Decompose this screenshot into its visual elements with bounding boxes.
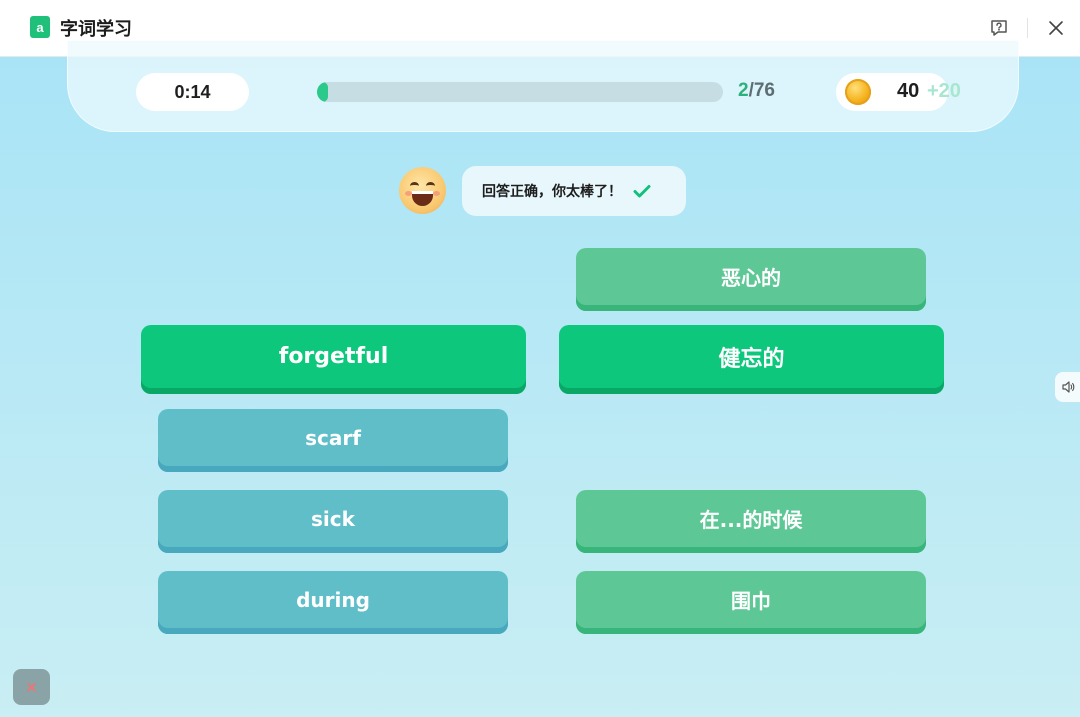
meaning-card-在的时候[interactable]: 在...的时候 [576,490,926,553]
word-card-forgetful[interactable]: forgetful [141,325,526,394]
meaning-label: 在...的时候 [699,508,803,532]
word-label: during [296,587,370,612]
timer: 0:14 [136,73,249,111]
window-title: 字词学习 [60,19,132,40]
word-card-scarf[interactable]: scarf [158,409,508,472]
emoji-mouth [412,191,433,206]
speaker-icon [1061,381,1074,393]
progress-total: /76 [748,80,775,101]
word-card-sick[interactable]: sick [158,490,508,553]
question-chat-icon [991,20,1007,36]
meaning-card-恶心的[interactable]: 恶心的 [576,248,926,311]
app-window: a 字词学习 0:14 2/76 40 +20 回答正确，你太棒了！ 恶心的 f… [0,0,1080,717]
emoji-blush [405,191,412,196]
word-label: scarf [305,425,361,450]
quit-x-icon: × [25,678,38,696]
app-logo-icon: a [30,16,50,38]
laughing-face-icon [399,167,446,214]
titlebar-divider [1027,18,1028,38]
emoji-blush [433,191,440,196]
emoji-eye [410,182,419,190]
progress-counter: 2/76 [738,80,775,102]
feedback-button[interactable] [987,16,1011,40]
coin-icon [845,79,871,105]
meaning-card-围巾[interactable]: 围巾 [576,571,926,634]
emoji-eye [426,182,435,190]
feedback-message: 回答正确，你太棒了！ [482,184,622,200]
close-button[interactable] [1044,16,1068,40]
audio-toggle-button[interactable] [1055,372,1080,402]
coin-value: 40 [897,80,920,102]
quit-button[interactable]: × [13,669,50,705]
progress-current: 2 [738,80,749,101]
feedback-bubble: 回答正确，你太棒了！ [462,166,686,216]
word-card-during[interactable]: during [158,571,508,634]
close-icon [1049,21,1063,35]
coin-bonus: +20 [927,80,961,102]
word-label: sick [311,506,355,531]
meaning-label: 健忘的 [718,346,785,372]
word-label: forgetful [278,344,389,369]
progress-fill [317,82,328,102]
check-icon [633,185,651,198]
progress-bar [317,82,723,102]
meaning-card-健忘的[interactable]: 健忘的 [559,325,944,394]
meaning-label: 恶心的 [721,266,781,290]
meaning-label: 围巾 [731,589,771,613]
